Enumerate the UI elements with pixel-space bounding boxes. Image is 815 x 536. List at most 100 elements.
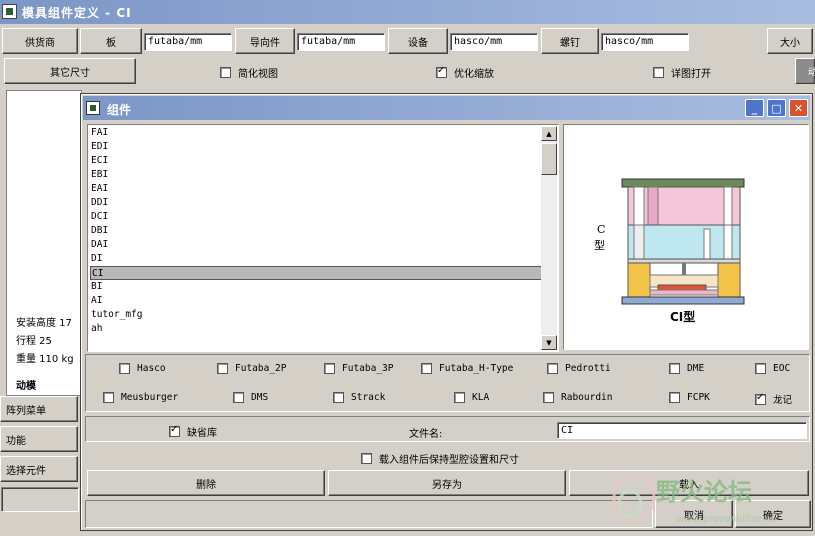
guide-button[interactable]: 导向件 bbox=[235, 28, 295, 54]
list-item[interactable]: DBI bbox=[90, 224, 542, 238]
vendor-label: Pedrotti bbox=[565, 363, 611, 374]
vendor-checkbox[interactable]: DMS bbox=[233, 392, 268, 403]
vendor-label: Meusburger bbox=[121, 392, 179, 403]
checkbox-box[interactable] bbox=[220, 67, 231, 78]
list-item[interactable]: AI bbox=[90, 294, 542, 308]
vendor-label: FCPK bbox=[687, 392, 710, 403]
component-list-items: FAI EDI ECI EBI EAI DDI DCI DBI DAI DI CI BI AI tutor… bbox=[90, 126, 542, 336]
vendor-checkbox[interactable]: Rabourdin bbox=[543, 392, 612, 403]
list-item[interactable]: DCI bbox=[90, 210, 542, 224]
plate-button[interactable]: 板 bbox=[80, 28, 142, 54]
checkbox-box[interactable] bbox=[653, 67, 664, 78]
guide-field[interactable]: futaba/mm bbox=[297, 33, 385, 51]
size-button[interactable]: 大小 bbox=[767, 28, 813, 54]
keep-cavity-checkbox[interactable]: 载入组件后保持型腔设置和尺寸 bbox=[361, 451, 519, 466]
supplier-button[interactable]: 供货商 bbox=[2, 28, 78, 54]
vendor-checkbox[interactable]: FCPK bbox=[669, 392, 710, 403]
checkbox-box[interactable] bbox=[217, 363, 228, 374]
delete-button[interactable]: 删除 bbox=[87, 470, 325, 496]
checkbox-box[interactable] bbox=[421, 363, 432, 374]
vendor-checkbox[interactable]: DME bbox=[669, 363, 704, 374]
list-item[interactable]: CI bbox=[90, 266, 542, 280]
filename-input[interactable]: CI bbox=[557, 422, 807, 439]
list-scrollbar[interactable]: ▲ ▼ bbox=[541, 126, 557, 350]
side-label-type: 型 bbox=[594, 238, 605, 252]
screw-field[interactable]: hasco/mm bbox=[601, 33, 689, 51]
checkbox-box[interactable] bbox=[169, 424, 180, 437]
load-button[interactable]: 载入 bbox=[569, 470, 809, 496]
vendor-checkbox[interactable]: Pedrotti bbox=[547, 363, 611, 374]
checkbox-box[interactable] bbox=[543, 392, 554, 403]
checkbox-box[interactable] bbox=[755, 363, 766, 374]
vendor-checkbox[interactable]: Futaba_H-Type bbox=[421, 363, 513, 374]
scroll-up-icon: ▲ bbox=[546, 129, 552, 138]
vendor-label: Futaba_3P bbox=[342, 363, 394, 374]
simplified-view-label: 简化视图 bbox=[238, 69, 278, 80]
minimize-button[interactable]: _ bbox=[745, 99, 764, 117]
array-menu-button[interactable]: 阵列菜单 bbox=[0, 396, 78, 422]
list-item[interactable]: DAI bbox=[90, 238, 542, 252]
list-item[interactable]: EBI bbox=[90, 168, 542, 182]
ok-button[interactable]: 确定 bbox=[735, 500, 811, 528]
dialog-title-bar[interactable]: 组件 _ □ ✕ bbox=[83, 96, 810, 120]
plate-field[interactable]: futaba/mm bbox=[144, 33, 232, 51]
equipment-button[interactable]: 设备 bbox=[388, 28, 448, 54]
vendor-checkbox[interactable]: 龙记 bbox=[755, 392, 792, 406]
vendor-checkbox[interactable]: Strack bbox=[333, 392, 385, 403]
list-item[interactable]: ECI bbox=[90, 154, 542, 168]
list-item[interactable]: DDI bbox=[90, 196, 542, 210]
list-item[interactable]: DI bbox=[90, 252, 542, 266]
default-library-checkbox[interactable]: 缺省库 bbox=[169, 424, 217, 439]
vendor-checkbox[interactable]: EOC bbox=[755, 363, 790, 374]
checkbox-box[interactable] bbox=[119, 363, 130, 374]
checkbox-box[interactable] bbox=[547, 363, 558, 374]
filename-label: 文件名: bbox=[409, 429, 443, 440]
checkbox-box[interactable] bbox=[333, 392, 344, 403]
checkbox-box[interactable] bbox=[669, 392, 680, 403]
close-button[interactable]: ✕ bbox=[789, 99, 808, 117]
vendor-checkbox[interactable]: Futaba_2P bbox=[217, 363, 286, 374]
vendor-checkbox[interactable]: KLA bbox=[454, 392, 489, 403]
moving-mold-tab-clipped[interactable]: 动 bbox=[795, 58, 815, 84]
scroll-down-icon: ▼ bbox=[546, 338, 552, 347]
simplified-view-checkbox[interactable]: 简化视图 bbox=[220, 65, 278, 80]
checkbox-box[interactable] bbox=[755, 392, 766, 405]
side-label-c: C bbox=[597, 223, 605, 236]
scroll-down-button[interactable]: ▼ bbox=[541, 335, 557, 350]
app-icon bbox=[2, 4, 17, 19]
cancel-button[interactable]: 取消 bbox=[655, 500, 733, 528]
function-button[interactable]: 功能 bbox=[0, 426, 78, 452]
status-box bbox=[1, 487, 79, 512]
list-item[interactable]: tutor_mfg bbox=[90, 308, 542, 322]
checkbox-box[interactable] bbox=[436, 65, 447, 78]
vendor-checkbox[interactable]: Futaba_3P bbox=[324, 363, 393, 374]
detail-open-checkbox[interactable]: 详图打开 bbox=[653, 65, 711, 80]
checkbox-box[interactable] bbox=[103, 392, 114, 403]
scroll-thumb[interactable] bbox=[541, 143, 557, 175]
vendor-checkbox[interactable]: Hasco bbox=[119, 363, 166, 374]
main-title-bar[interactable]: 模具组件定义 - CI bbox=[0, 0, 815, 24]
vendor-label: DMS bbox=[251, 392, 269, 403]
weight-text: 重量 110 kg bbox=[16, 354, 74, 365]
component-list[interactable]: FAI EDI ECI EBI EAI DDI DCI DBI DAI DI CI BI AI tutor… bbox=[87, 124, 559, 352]
list-item[interactable]: ah bbox=[90, 322, 542, 336]
list-item[interactable]: FAI bbox=[90, 126, 542, 140]
checkbox-box[interactable] bbox=[361, 453, 372, 464]
checkbox-box[interactable] bbox=[233, 392, 244, 403]
vendor-label: KLA bbox=[472, 392, 490, 403]
list-item[interactable]: EAI bbox=[90, 182, 542, 196]
list-item[interactable]: EDI bbox=[90, 140, 542, 154]
list-item[interactable]: BI bbox=[90, 280, 542, 294]
checkbox-box[interactable] bbox=[324, 363, 335, 374]
save-as-button[interactable]: 另存为 bbox=[328, 470, 566, 496]
maximize-button[interactable]: □ bbox=[767, 99, 786, 117]
scroll-up-button[interactable]: ▲ bbox=[541, 126, 557, 141]
select-component-button[interactable]: 选择元件 bbox=[0, 456, 78, 482]
screw-button[interactable]: 螺钉 bbox=[541, 28, 599, 54]
vendor-checkbox[interactable]: Meusburger bbox=[103, 392, 178, 403]
checkbox-box[interactable] bbox=[454, 392, 465, 403]
equipment-field[interactable]: hasco/mm bbox=[450, 33, 538, 51]
checkbox-box[interactable] bbox=[669, 363, 680, 374]
other-size-button[interactable]: 其它尺寸 bbox=[4, 58, 136, 84]
optimize-zoom-checkbox[interactable]: 优化缩放 bbox=[436, 65, 494, 80]
